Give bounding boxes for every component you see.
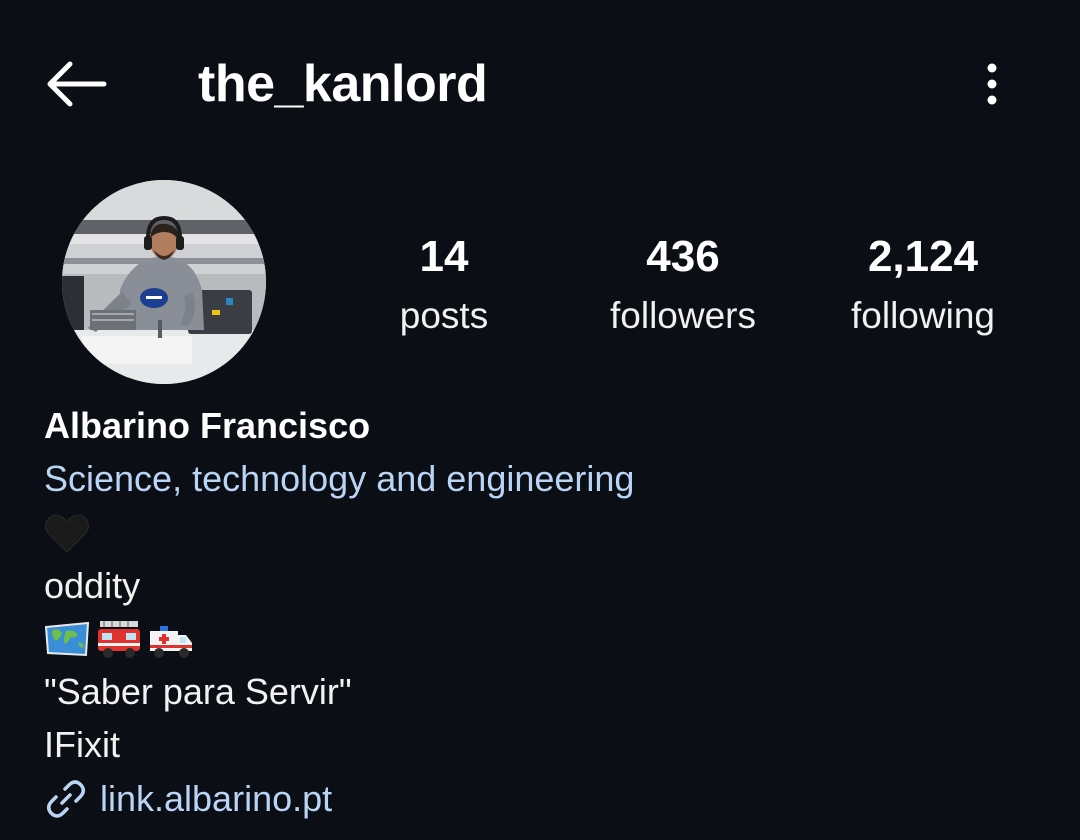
ambulance-icon bbox=[150, 625, 192, 658]
black-heart-icon bbox=[45, 514, 89, 553]
bio-ifixit: IFixit bbox=[44, 724, 120, 765]
bio-motto: "Saber para Servir" bbox=[44, 671, 352, 712]
world-map-icon bbox=[44, 621, 90, 656]
posts-count-label: posts bbox=[399, 295, 489, 336]
followers-count-value: 436 bbox=[646, 232, 720, 281]
posts-count[interactable]: 14 posts bbox=[334, 226, 554, 344]
profile-avatar[interactable] bbox=[62, 180, 266, 384]
bio-heart-line bbox=[44, 506, 1044, 559]
following-count[interactable]: 2,124 following bbox=[813, 226, 1033, 344]
profile-category[interactable]: Science, technology and engineering bbox=[44, 452, 1044, 506]
more-options-button[interactable] bbox=[966, 52, 1018, 116]
profile-link-text: link.albarino.pt bbox=[100, 778, 333, 819]
more-vertical-icon bbox=[987, 63, 997, 105]
back-button[interactable] bbox=[40, 52, 112, 116]
profile-screen: the_kanlord 14 posts 436 followers 2,124… bbox=[0, 0, 1080, 840]
arrow-left-icon bbox=[47, 61, 107, 107]
profile-photo bbox=[62, 180, 266, 384]
profile-full-name: Albarino Francisco bbox=[44, 405, 371, 446]
followers-count-label: followers bbox=[610, 295, 756, 336]
bio-emoji-line bbox=[44, 612, 1044, 665]
profile-stats: 14 posts 436 followers 2,124 following bbox=[330, 226, 1050, 346]
following-count-value: 2,124 bbox=[867, 232, 979, 281]
followers-count[interactable]: 436 followers bbox=[573, 226, 793, 344]
link-icon bbox=[47, 780, 85, 818]
following-count-label: following bbox=[851, 295, 995, 336]
top-app-bar: the_kanlord bbox=[0, 0, 1080, 170]
bio-oddity: oddity bbox=[44, 565, 141, 606]
fire-engine-icon bbox=[98, 620, 140, 658]
posts-count-value: 14 bbox=[419, 232, 469, 281]
profile-bio: Albarino Francisco Science, technology a… bbox=[44, 400, 1044, 827]
profile-username: the_kanlord bbox=[198, 55, 488, 113]
profile-link[interactable]: link.albarino.pt bbox=[44, 771, 1044, 827]
